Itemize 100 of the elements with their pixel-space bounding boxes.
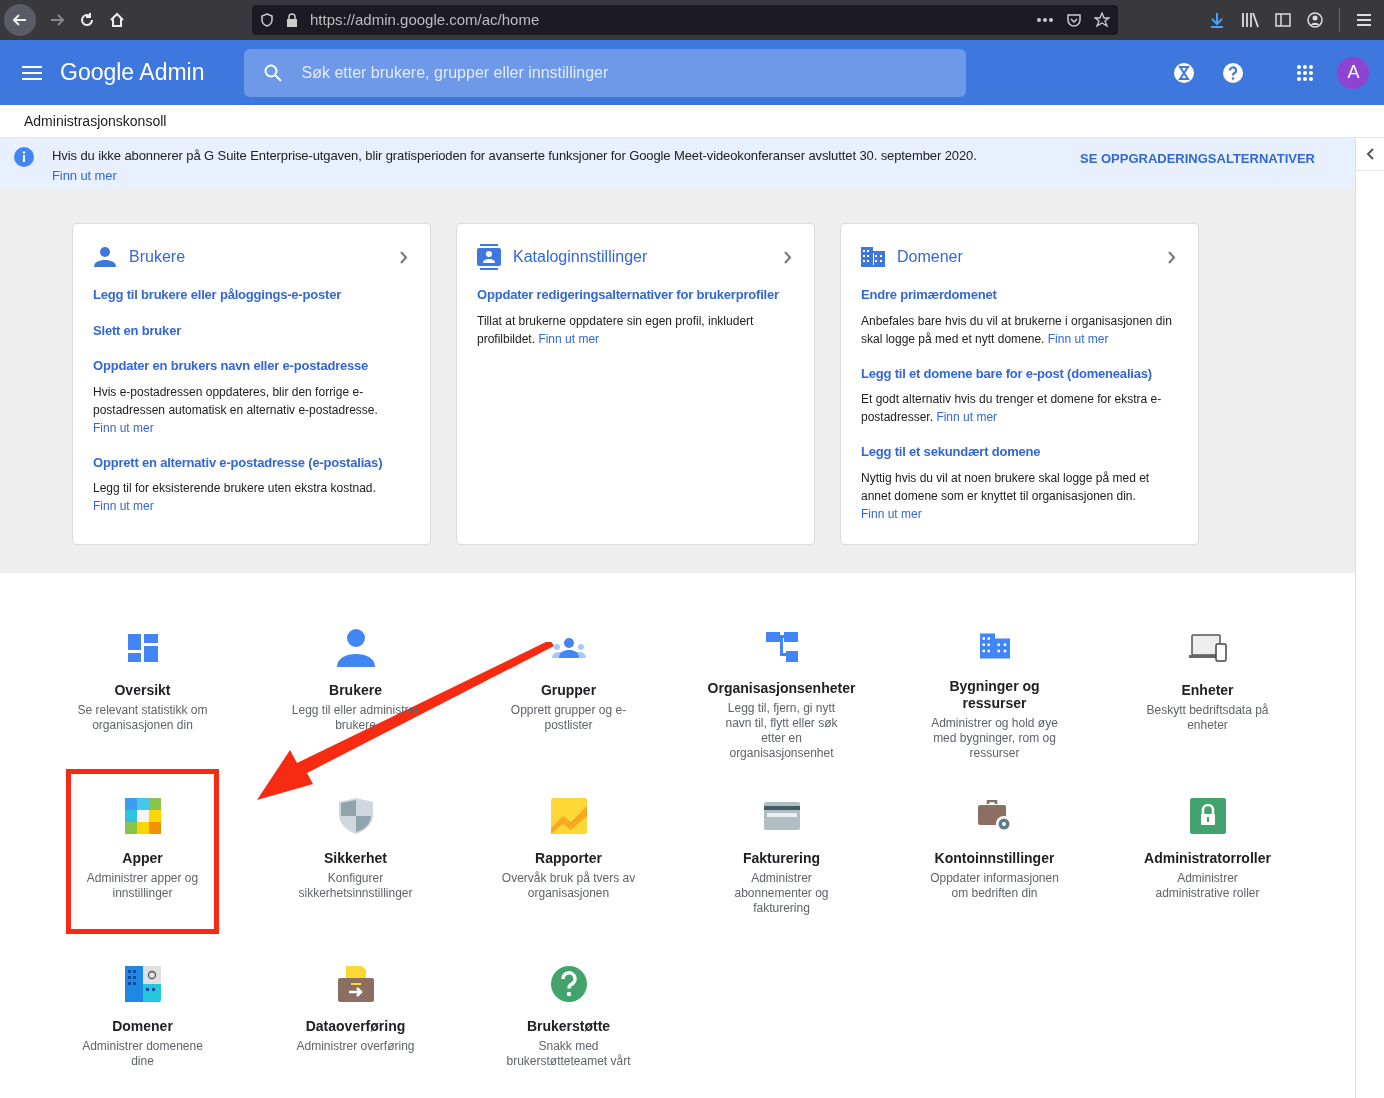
tile-description: Administrer abonnementer og fakturering xyxy=(733,871,830,916)
section-link[interactable]: Opprett en alternativ e-postadresse (e-postalias) xyxy=(93,452,410,472)
tile-title: Bygninger og ressurser xyxy=(948,678,1041,712)
person-icon xyxy=(94,247,116,267)
description-text: Nyttig hvis du vil at noen brukere skal logge på med et annet domene som er knyttet til organisasjonen din. Finn ut mer xyxy=(861,469,1151,523)
group-icon xyxy=(551,638,586,658)
tile-title: Grupper xyxy=(539,682,598,699)
tile-description: Se relevant statistikk om organisasjonen din xyxy=(76,703,209,733)
hourglass-icon[interactable] xyxy=(1173,61,1196,84)
tile-title: Dataoverføring xyxy=(304,1018,407,1035)
tile-title: Organisasjonsenheter xyxy=(706,680,857,697)
tile-description: Snakk med brukerstøtteteamet vårt xyxy=(505,1039,632,1069)
card-title-link[interactable]: Brukere xyxy=(129,245,186,269)
laptop-phone-icon xyxy=(1188,634,1227,662)
tile[interactable]: Domener Administrer domenene dine xyxy=(66,937,219,1098)
section-link[interactable]: Oppdater redigeringsalternativer for brukerprofiler xyxy=(477,285,794,305)
home-icon[interactable] xyxy=(108,11,126,29)
tile[interactable]: Enheter Beskytt bedriftsdata på enheter xyxy=(1131,601,1284,766)
star-icon[interactable] xyxy=(1094,12,1110,28)
person-icon xyxy=(336,629,375,667)
section-link[interactable]: Oppdater en brukers navn eller e-postadresse xyxy=(93,356,410,376)
reload-icon[interactable] xyxy=(78,11,96,29)
tile-title: Apper xyxy=(121,850,164,867)
card-title-link[interactable]: Kataloginnstillinger xyxy=(513,245,648,269)
lock-icon xyxy=(286,13,298,27)
tile-title: Rapporter xyxy=(534,850,603,867)
learn-more-link[interactable]: Finn ut mer xyxy=(1047,331,1109,346)
building-icon xyxy=(979,632,1010,660)
tile-title: Brukere xyxy=(328,682,383,699)
tile[interactable]: Dataoverføring Administrer overføring xyxy=(279,937,432,1098)
tile-description: Administrer administrative roller xyxy=(1154,871,1261,901)
address-bar[interactable]: https://admin.google.com/ac/home xyxy=(252,5,1118,35)
section-link[interactable]: Legg til brukere eller påloggings-e-poster xyxy=(93,285,410,305)
description-text: Legg til for eksisterende brukere uten ekstra kostnad. Finn ut mer xyxy=(93,480,377,515)
credit-card-icon xyxy=(763,802,800,830)
section-link[interactable]: Slett en bruker xyxy=(93,320,410,340)
tile-title: Fakturering xyxy=(742,850,821,867)
learn-more-link[interactable]: Finn ut mer xyxy=(861,506,922,521)
tile[interactable]: Apper Administrer apper og innstillinger xyxy=(66,769,219,934)
avatar[interactable]: A xyxy=(1337,56,1370,89)
tile[interactable]: Rapporter Overvåk bruk på tvers av organisasjonen xyxy=(492,769,645,934)
library-icon[interactable] xyxy=(1241,12,1259,28)
tile[interactable]: Organisasjonsenheter Legg til, fjern, gi nytt navn til, flytt eller søk etter en organisasjonsenhet xyxy=(705,601,858,766)
tile-title: Oversikt xyxy=(113,682,172,699)
tile-description: Konfigurer sikkerhetsinnstillinger xyxy=(297,871,414,901)
card-title-link[interactable]: Domener xyxy=(897,245,963,269)
org-chart-icon xyxy=(765,632,798,662)
learn-more-link[interactable]: Finn ut mer xyxy=(52,166,1064,186)
tile[interactable]: Kontoinnstillinger Oppdater informasjonen om bedriften din xyxy=(918,769,1071,934)
tile-description: Oppdater informasjonen om bedriften din xyxy=(929,871,1060,901)
apps-icon xyxy=(124,798,161,834)
tile-description: Overvåk bruk på tvers av organisasjonen xyxy=(500,871,637,901)
tile[interactable]: Brukerstøtte Snakk med brukerstøtteteamet vårt xyxy=(492,937,645,1098)
pocket-icon[interactable] xyxy=(1066,12,1082,28)
more-icon[interactable] xyxy=(1036,17,1054,23)
tile-description: Administrer apper og innstillinger xyxy=(85,871,200,901)
learn-more-link[interactable]: Finn ut mer xyxy=(936,410,998,424)
description-text: Hvis e-postadressen oppdateres, blir den forrige e-postadressen automatisk en alternativ e-postadresse. Finn ut mer xyxy=(93,383,379,437)
building-icon xyxy=(861,247,885,267)
tile-description: Opprett grupper og e-postlister xyxy=(509,703,628,733)
collapse-chevron-icon[interactable] xyxy=(1365,147,1375,161)
sidebar-icon[interactable] xyxy=(1275,12,1291,28)
file-box-icon xyxy=(337,966,374,1002)
dashboard-icon xyxy=(127,634,158,662)
section-link[interactable]: Endre primærdomenet xyxy=(861,285,1178,305)
back-button[interactable] xyxy=(4,4,36,36)
url-text: https://admin.google.com/ac/home xyxy=(310,9,541,30)
description-text: Tillat at brukerne oppdatere sin egen profil, inkludert profilbildet. Finn ut mer xyxy=(477,312,755,348)
description-text: Et godt alternativ hvis du trenger et domene for ekstra e-postadresser. Finn ut mer xyxy=(861,391,1163,426)
tile-title: Brukerstøtte xyxy=(525,1018,612,1035)
learn-more-link[interactable]: Finn ut mer xyxy=(538,331,600,346)
tile[interactable]: Oversikt Se relevant statistikk om organisasjonen din xyxy=(66,601,219,766)
menu-icon[interactable] xyxy=(1356,13,1372,27)
upgrade-options-link[interactable]: SE OPPGRADERINGSALTERNATIVER xyxy=(1080,149,1315,169)
chevron-right-icon[interactable] xyxy=(1168,250,1176,264)
chevron-right-icon[interactable] xyxy=(784,250,792,264)
tile-description: Beskytt bedriftsdata på enheter xyxy=(1145,703,1270,733)
learn-more-link[interactable]: Finn ut mer xyxy=(93,499,154,513)
tile-title: Sikkerhet xyxy=(322,850,388,867)
lock-icon xyxy=(1189,798,1226,834)
apps-grid-icon[interactable] xyxy=(1296,63,1315,82)
tile[interactable]: Bygninger og ressurser Administrer og hold øye med bygninger, rom og ressurser xyxy=(918,601,1071,766)
download-icon[interactable] xyxy=(1209,12,1225,28)
help-icon[interactable] xyxy=(1222,61,1245,84)
section-link[interactable]: Legg til et sekundært domene xyxy=(861,442,1178,462)
briefcase-gear-icon xyxy=(977,800,1012,832)
search-field[interactable]: Søk etter brukere, grupper eller innstillinger xyxy=(244,48,967,97)
tile[interactable]: Fakturering Administrer abonnementer og fakturering xyxy=(705,769,858,934)
shield-icon xyxy=(338,798,373,834)
tile-title: Domener xyxy=(111,1018,174,1035)
tile-description: Administrer domenene dine xyxy=(81,1039,204,1069)
tile[interactable]: Administratorroller Administrer administrative roller xyxy=(1131,769,1284,934)
chart-icon xyxy=(550,798,587,834)
chevron-right-icon[interactable] xyxy=(400,250,408,264)
learn-more-link[interactable]: Finn ut mer xyxy=(93,420,154,435)
search-icon xyxy=(264,63,283,82)
app-title[interactable]: Google Admin xyxy=(60,55,205,90)
section-link[interactable]: Legg til et domene bare for e-post (domenealias) xyxy=(861,363,1178,383)
banner-text: Hvis du ikke abonnerer på G Suite Enterprise-utgaven, blir gratisperioden for avanserte funksjoner for Google Meet-videokonferanser avsluttet 30. september 2020. Finn ut mer xyxy=(52,146,1064,186)
account-icon[interactable] xyxy=(1307,12,1323,28)
